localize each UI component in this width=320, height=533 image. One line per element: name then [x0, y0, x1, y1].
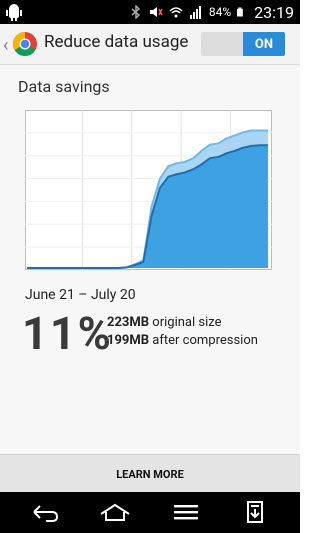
signal-icon [189, 6, 201, 19]
original-amount: 223MB [107, 315, 150, 330]
original-suffix: original size [149, 315, 222, 330]
date-range: June 21 – July 20 [25, 287, 136, 303]
home-icon[interactable] [97, 500, 133, 524]
main-content: Data savings June 21 – July 20 11% 223MB… [0, 65, 300, 454]
wifi-icon [169, 7, 183, 18]
page-title: Reduce data usage [44, 32, 189, 52]
toggle-on-label: ON [243, 32, 285, 56]
navigation-bar [0, 492, 300, 533]
compressed-size-line: 199MB after compression [107, 333, 258, 348]
notes-icon[interactable] [237, 500, 273, 524]
clock: 23:19 [254, 2, 294, 22]
bluetooth-icon [131, 5, 140, 19]
savings-percent: 11% [22, 307, 113, 360]
android-icon [6, 4, 22, 21]
section-title: Data savings [18, 77, 110, 96]
back-icon[interactable] [26, 500, 62, 524]
original-size-line: 223MB original size [107, 315, 221, 330]
battery-icon [237, 7, 243, 17]
compressed-suffix: after compression [149, 333, 258, 348]
status-bar: 84% 23:19 [0, 0, 300, 24]
menu-icon[interactable] [168, 500, 204, 524]
data-savings-chart [25, 110, 272, 270]
compressed-amount: 199MB [107, 333, 150, 348]
data-saver-toggle[interactable]: ON [201, 32, 285, 56]
back-chevron-icon[interactable]: ‹ [3, 35, 8, 56]
mute-icon [149, 7, 163, 17]
action-bar: ‹ Reduce data usage ON [0, 24, 300, 65]
learn-more-button[interactable]: LEARN MORE [0, 454, 300, 493]
chrome-logo-icon[interactable] [12, 31, 38, 57]
battery-percent: 84% [208, 5, 232, 19]
learn-more-label: LEARN MORE [116, 467, 184, 481]
